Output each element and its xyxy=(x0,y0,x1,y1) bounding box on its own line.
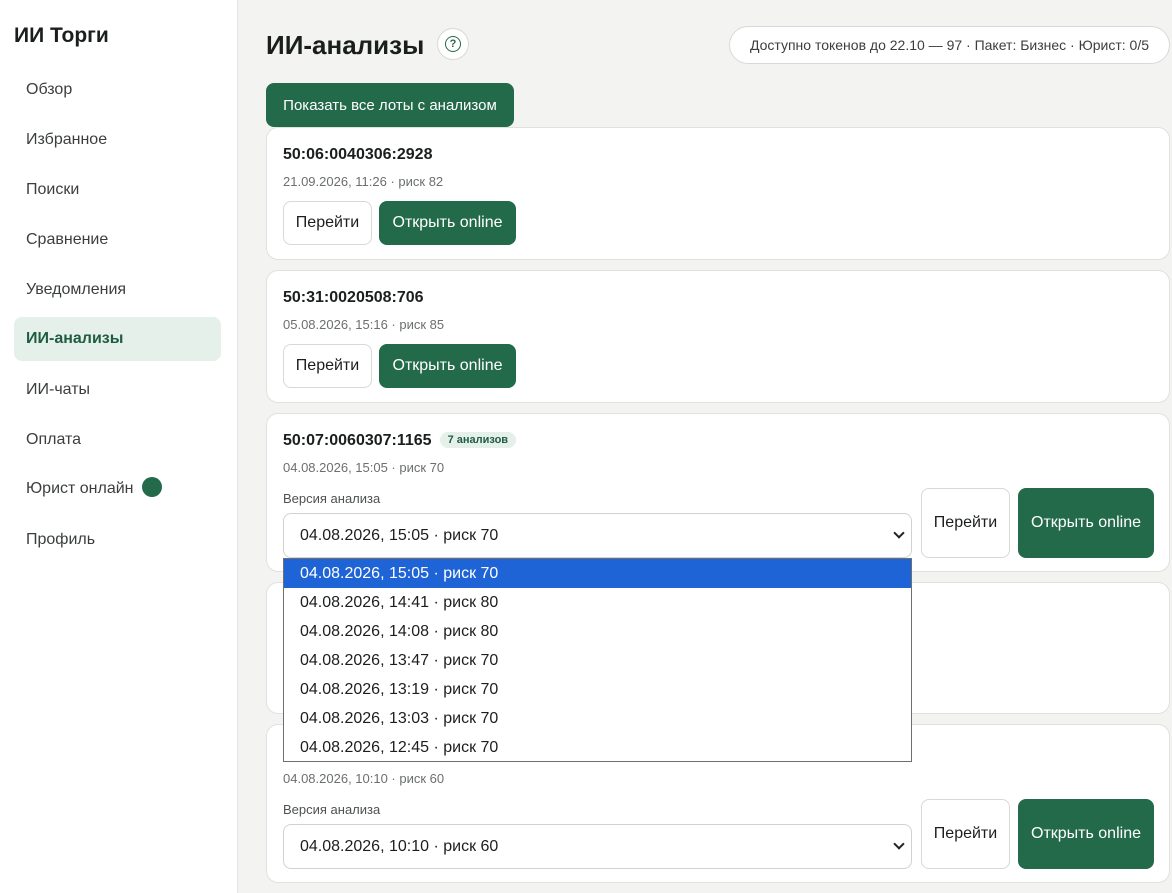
version-select[interactable]: 04.08.2026, 10:10 · риск 60 xyxy=(283,824,912,869)
version-option[interactable]: 04.08.2026, 13:47 · риск 70 xyxy=(284,646,911,675)
open-online-button[interactable]: Открыть online xyxy=(379,201,516,245)
sidebar-item-notifications[interactable]: Уведомления xyxy=(14,268,221,312)
sidebar-item-compare[interactable]: Сравнение xyxy=(14,218,221,262)
sidebar-item-label: Юрист онлайн xyxy=(26,480,134,497)
sidebar-item-overview[interactable]: Обзор xyxy=(14,68,221,112)
sidebar-item-lawyer-online[interactable]: Юрист онлайн xyxy=(14,467,221,511)
sidebar: ИИ Торги Обзор Избранное Поиски Сравнени… xyxy=(0,0,238,893)
open-online-button[interactable]: Открыть online xyxy=(379,344,516,388)
help-button[interactable]: ? xyxy=(437,28,469,60)
chevron-down-icon xyxy=(893,527,905,539)
analysis-meta: 04.08.2026, 10:10 · риск 60 xyxy=(283,771,445,786)
open-online-button[interactable]: Открыть online xyxy=(1018,799,1154,869)
analysis-card: 50:07:0060307:1165 7 анализов 04.08.2026,… xyxy=(266,413,1170,572)
analyses-count-badge: 7 анализов xyxy=(439,432,517,448)
version-option[interactable]: 04.08.2026, 13:03 · риск 70 xyxy=(284,704,911,733)
analysis-meta: 05.08.2026, 15:16 · риск 85 xyxy=(283,317,445,332)
version-select-value: 04.08.2026, 10:10 · риск 60 xyxy=(300,837,499,855)
go-button[interactable]: Перейти xyxy=(921,799,1010,869)
page-title: ИИ-анализы xyxy=(266,30,425,60)
lot-cadastral-number: 50:31:0020508:706 xyxy=(283,289,424,306)
version-option[interactable]: 04.08.2026, 13:19 · риск 70 xyxy=(284,675,911,704)
lot-cadastral-number: 50:07:0060307:1165 7 анализов xyxy=(283,432,517,450)
go-button[interactable]: Перейти xyxy=(283,201,372,245)
sidebar-item-payment[interactable]: Оплата xyxy=(14,418,221,462)
sidebar-item-ai-chats[interactable]: ИИ-чаты xyxy=(14,368,221,412)
sidebar-item-ai-analyses[interactable]: ИИ-анализы xyxy=(14,317,221,361)
version-select[interactable]: 04.08.2026, 15:05 · риск 70 xyxy=(283,513,912,558)
open-online-button[interactable]: Открыть online xyxy=(1018,488,1154,558)
help-icon: ? xyxy=(445,36,461,52)
chevron-down-icon xyxy=(893,838,905,850)
sidebar-item-searches[interactable]: Поиски xyxy=(14,168,221,212)
brand-logo: ИИ Торги xyxy=(14,24,109,47)
version-option[interactable]: 04.08.2026, 12:45 · риск 70 xyxy=(284,733,911,762)
version-label: Версия анализа xyxy=(283,802,381,817)
version-option[interactable]: 04.08.2026, 14:08 · риск 80 xyxy=(284,617,911,646)
analysis-card: 50:31:0020508:706 05.08.2026, 15:16 · ри… xyxy=(266,270,1170,403)
online-status-dot-icon xyxy=(141,477,162,498)
sidebar-item-profile[interactable]: Профиль xyxy=(14,518,221,562)
analysis-meta: 21.09.2026, 11:26 · риск 82 xyxy=(283,174,444,189)
lot-cadastral-number-text: 50:07:0060307:1165 xyxy=(283,432,432,449)
go-button[interactable]: Перейти xyxy=(283,344,372,388)
sidebar-item-favorites[interactable]: Избранное xyxy=(14,118,221,162)
lot-cadastral-number: 50:06:0040306:2928 xyxy=(283,146,433,163)
version-select-value: 04.08.2026, 15:05 · риск 70 xyxy=(300,526,499,544)
version-option[interactable]: 04.08.2026, 15:05 · риск 70 xyxy=(284,559,911,588)
version-dropdown-list: 04.08.2026, 15:05 · риск 70 04.08.2026, … xyxy=(283,558,912,762)
analysis-card: 50:06:0040306:2928 21.09.2026, 11:26 · р… xyxy=(266,127,1170,260)
tokens-info-pill: Доступно токенов до 22.10 — 97 · Пакет: … xyxy=(729,26,1170,64)
analysis-meta: 04.08.2026, 15:05 · риск 70 xyxy=(283,460,445,475)
show-all-lots-button[interactable]: Показать все лоты с анализом xyxy=(266,83,514,127)
version-label: Версия анализа xyxy=(283,491,381,506)
go-button[interactable]: Перейти xyxy=(921,488,1010,558)
version-option[interactable]: 04.08.2026, 14:41 · риск 80 xyxy=(284,588,911,617)
